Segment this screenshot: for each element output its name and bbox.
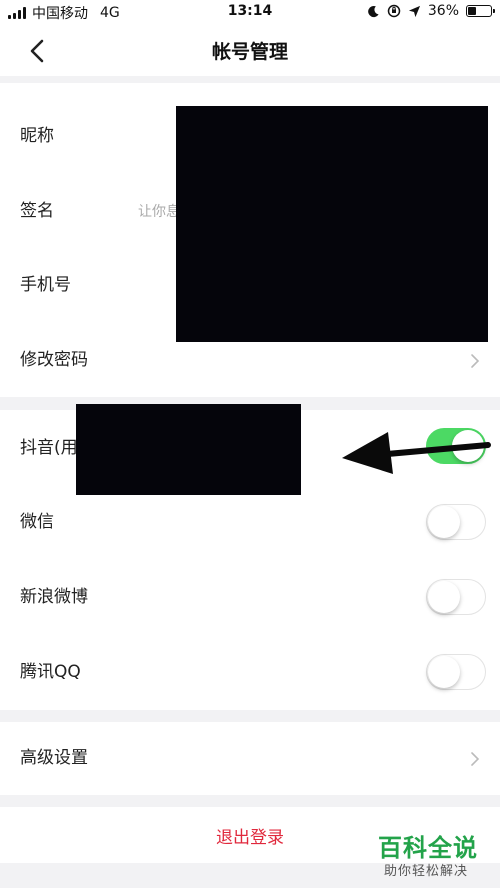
moon-icon	[368, 5, 379, 17]
watermark-logo: 百科全说 助你轻松解决	[372, 828, 492, 884]
advanced-settings-label: 高级设置	[20, 748, 88, 768]
signature-label: 签名	[20, 201, 54, 221]
nav-bar: 帐号管理	[0, 24, 500, 76]
binding-label-qq: 腾讯QQ	[20, 662, 81, 682]
watermark-subtitle: 助你轻松解决	[384, 864, 469, 879]
binding-row-weibo: 新浪微博	[0, 560, 500, 635]
binding-label-wechat: 微信	[20, 512, 54, 532]
battery-percent: 36%	[427, 3, 459, 19]
qq-toggle[interactable]	[426, 654, 486, 690]
watermark-title: 百科全说	[378, 834, 478, 862]
phone-label: 手机号	[20, 275, 71, 295]
status-bar: 中国移动 4G 13:14 36%	[0, 0, 500, 24]
chevron-right-icon	[471, 354, 480, 368]
advanced-settings-row[interactable]: 高级设置	[0, 722, 500, 795]
wechat-toggle[interactable]	[426, 504, 486, 540]
annotation-arrow-icon	[342, 432, 491, 474]
toggle-knob	[428, 656, 460, 688]
redaction-block	[76, 404, 301, 495]
redaction-block	[176, 106, 488, 342]
battery-fill	[468, 7, 476, 15]
advanced-settings-section: 高级设置	[0, 722, 500, 795]
nickname-label: 昵称	[20, 126, 54, 146]
binding-row-wechat: 微信	[0, 485, 500, 560]
location-arrow-icon	[408, 5, 420, 17]
binding-label-weibo: 新浪微博	[20, 587, 88, 607]
battery-icon	[466, 5, 495, 17]
weibo-toggle[interactable]	[426, 579, 486, 615]
toggle-knob	[428, 581, 460, 613]
page-title: 帐号管理	[211, 41, 288, 63]
signature-value: 让你息	[138, 204, 180, 220]
orientation-lock-icon	[387, 4, 401, 18]
status-right: 36%	[367, 3, 495, 19]
change-password-label: 修改密码	[20, 350, 88, 370]
binding-row-qq: 腾讯QQ	[0, 635, 500, 710]
binding-label-douyin: 抖音(用	[20, 438, 78, 458]
chevron-right-icon	[471, 752, 480, 766]
toggle-knob	[428, 506, 460, 538]
